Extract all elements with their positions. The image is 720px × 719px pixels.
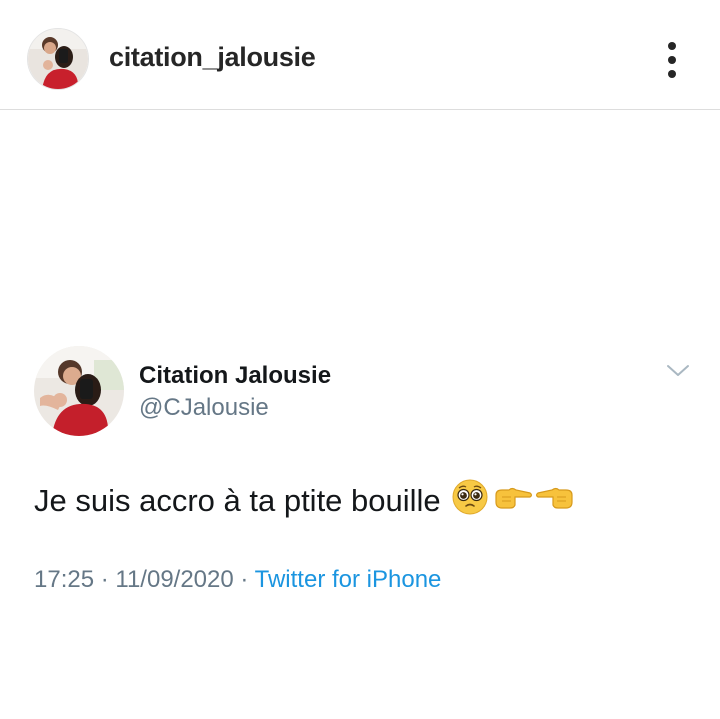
tweet-text: Je suis accro à ta ptite bouille <box>34 478 575 524</box>
tweet-source-link[interactable]: Twitter for iPhone <box>255 566 442 593</box>
profile-avatar[interactable] <box>27 28 89 90</box>
pointing-right-emoji <box>493 483 533 519</box>
chevron-down-icon[interactable] <box>666 363 690 379</box>
pointing-left-emoji <box>535 483 575 519</box>
tweet-display-name[interactable]: Citation Jalousie <box>139 362 331 390</box>
username[interactable]: citation_jalousie <box>109 42 316 73</box>
pleading-face-emoji <box>451 478 489 524</box>
tweet-author-avatar[interactable] <box>34 346 124 436</box>
tweet-handle[interactable]: @CJalousie <box>139 394 269 422</box>
post-header: citation_jalousie <box>0 0 720 110</box>
tweet-metadata: 17:25 · 11/09/2020 · Twitter for iPhone <box>34 566 441 594</box>
more-vertical-icon[interactable] <box>660 40 684 80</box>
tweet-time: 17:25 <box>34 566 95 593</box>
meta-separator: · <box>233 566 255 593</box>
post-page: citation_jalousie Citation Jalousie @CJa… <box>0 0 720 719</box>
tweet-date: 11/09/2020 <box>115 566 234 593</box>
tweet-body: Je suis accro à ta ptite bouille <box>34 483 441 518</box>
meta-separator: · <box>94 566 116 593</box>
